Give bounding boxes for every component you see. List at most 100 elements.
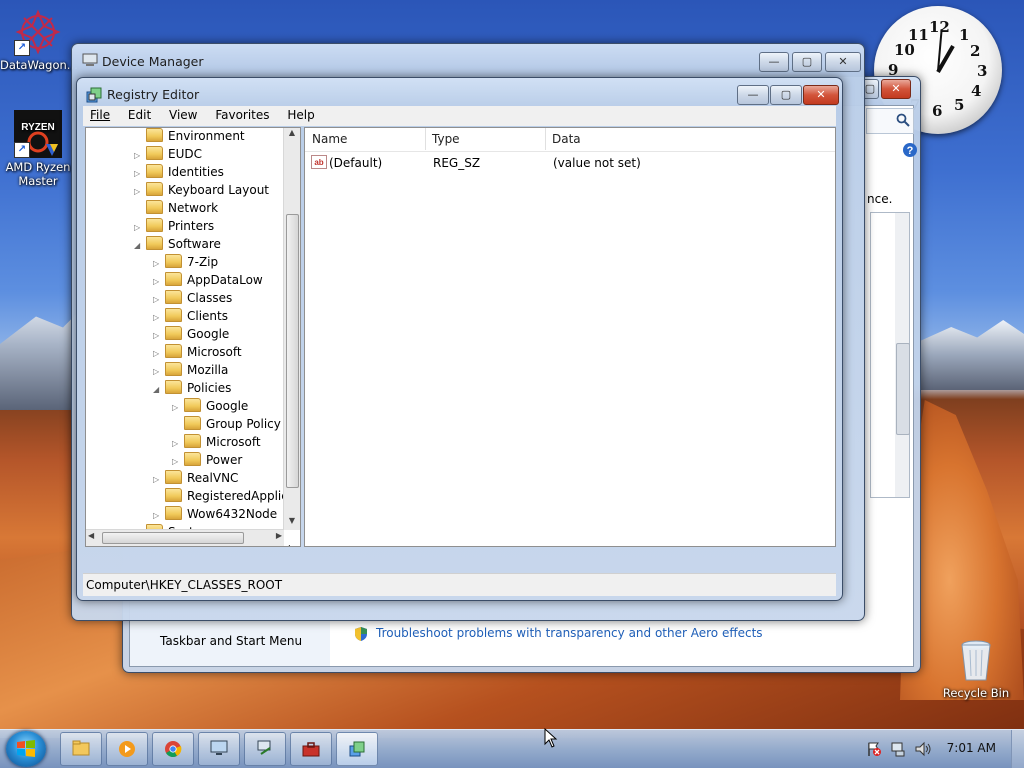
folder-icon — [165, 362, 182, 376]
help-icon[interactable]: ? — [902, 142, 918, 158]
menu-bar: File Edit View Favorites Help — [83, 106, 836, 126]
minimize-button[interactable]: — — [759, 52, 789, 72]
taskbar-chrome[interactable] — [152, 732, 194, 766]
folder-icon — [165, 254, 182, 268]
tree-item[interactable]: ▷ Microsoft — [153, 343, 242, 361]
tree-item[interactable]: ▷ RealVNC — [153, 469, 238, 487]
folder-icon — [184, 452, 201, 466]
taskbar-network-connections[interactable] — [244, 732, 286, 766]
tree-vertical-scrollbar[interactable]: ▲ ▼ — [283, 128, 300, 530]
menu-favorites[interactable]: Favorites — [208, 106, 276, 122]
column-header-data[interactable]: Data — [545, 128, 834, 150]
list-box[interactable] — [870, 212, 910, 498]
tree-item[interactable]: RegisteredApplica — [153, 487, 295, 505]
sidebar-item-taskbar[interactable]: Taskbar and Start Menu — [160, 634, 302, 648]
minimize-button[interactable]: — — [737, 85, 769, 105]
column-header-name[interactable]: Name — [305, 128, 426, 150]
svg-text:ab: ab — [314, 158, 323, 167]
tree-item[interactable]: ▷ Keyboard Layout — [134, 181, 269, 199]
clock-number: 1 — [959, 26, 970, 44]
tree-item[interactable]: ▷ Google — [153, 325, 229, 343]
tree-item[interactable]: ▷ EUDC — [134, 145, 202, 163]
taskbar-registry-editor[interactable] — [336, 732, 378, 766]
taskbar: 7:01 AM — [0, 729, 1024, 768]
tree-item[interactable]: ▷ AppDataLow — [153, 271, 263, 289]
close-button[interactable]: ✕ — [825, 52, 861, 72]
taskbar-toolbox[interactable] — [290, 732, 332, 766]
folder-icon — [146, 200, 163, 214]
scrollbar[interactable] — [895, 213, 910, 497]
folder-icon — [165, 470, 182, 484]
registry-editor-window[interactable]: Registry Editor — ▢ ✕ File Edit View Fav… — [76, 77, 843, 601]
taskbar-media-player[interactable] — [106, 732, 148, 766]
tree-item[interactable]: ◢ Policies — [153, 379, 231, 397]
maximize-button[interactable]: ▢ — [792, 52, 822, 72]
registry-tree[interactable]: Environment ▷ EUDC ▷ Identities ▷ Keyboard Lay… — [85, 127, 301, 547]
folder-icon — [146, 218, 163, 232]
expanded-arrow-icon[interactable]: ◢ — [153, 381, 165, 399]
scroll-thumb[interactable] — [102, 532, 244, 544]
folder-icon — [184, 434, 201, 448]
tree-item[interactable]: ▷ Power — [172, 451, 242, 469]
tree-item[interactable]: ◢ Software — [134, 235, 221, 253]
desktop-icon-recycle-bin[interactable]: Recycle Bin — [938, 636, 1014, 700]
table-row[interactable]: ab (Default) REG_SZ (value not set) — [305, 154, 835, 172]
clock-number: 3 — [977, 62, 988, 80]
troubleshoot-link[interactable]: Troubleshoot problems with transparency … — [376, 626, 763, 640]
taskbar-remote-desktop[interactable] — [198, 732, 240, 766]
expanded-arrow-icon[interactable]: ◢ — [134, 237, 146, 255]
scroll-down-arrow-icon[interactable]: ▼ — [284, 516, 300, 530]
column-header-type[interactable]: Type — [425, 128, 546, 150]
registry-values-list[interactable]: Name Type Data ab (Default) REG_SZ (valu… — [304, 127, 836, 547]
value-name: (Default) — [329, 156, 383, 170]
desktop-icon-label: Recycle Bin — [942, 686, 1010, 700]
tree-item[interactable]: ▷ Classes — [153, 289, 232, 307]
clock-time[interactable]: 7:01 AM — [947, 741, 996, 755]
tree-item[interactable]: Group Policy — [172, 415, 281, 433]
value-data: (value not set) — [553, 156, 641, 170]
tree-item[interactable]: ▷ Printers — [134, 217, 214, 235]
start-button[interactable] — [6, 731, 46, 767]
folder-icon — [165, 326, 182, 340]
tree-item[interactable]: ▷ Mozilla — [153, 361, 228, 379]
tree-horizontal-scrollbar[interactable]: ◀ ▶ — [86, 529, 284, 546]
desktop-icon-amd-ryzen-master[interactable]: RYZEN ↗ AMD Ryzen Master — [0, 110, 76, 188]
tree-item[interactable]: ▷ Identities — [134, 163, 224, 181]
menu-view[interactable]: View — [162, 106, 204, 122]
media-player-icon — [119, 741, 135, 757]
network-tray-icon[interactable] — [890, 741, 908, 757]
maximize-button[interactable]: ▢ — [770, 85, 802, 105]
scroll-thumb[interactable] — [286, 214, 299, 488]
menu-file[interactable]: File — [83, 106, 117, 122]
tree-item[interactable]: ▷ 7-Zip — [153, 253, 218, 271]
scroll-right-arrow-icon[interactable]: ▶ — [276, 531, 282, 540]
tree-item[interactable]: Network — [134, 199, 218, 217]
taskbar-explorer[interactable] — [60, 732, 102, 766]
header-divider — [305, 151, 835, 152]
close-button[interactable]: ✕ — [881, 79, 911, 99]
scroll-thumb[interactable] — [896, 343, 910, 435]
tree-item-label: Wow6432Node — [187, 507, 278, 521]
tree-item[interactable]: ▷ Google — [172, 397, 248, 415]
tree-item[interactable]: ▷ Clients — [153, 307, 228, 325]
menu-help[interactable]: Help — [280, 106, 321, 122]
tree-item[interactable]: ▷ Microsoft — [172, 433, 261, 451]
menu-edit[interactable]: Edit — [121, 106, 158, 122]
search-box[interactable] — [866, 108, 914, 134]
string-value-icon: ab — [311, 155, 327, 169]
monitor-icon — [210, 740, 228, 755]
tree-item[interactable]: ▷ Wow6432Node — [153, 505, 277, 523]
folder-icon — [165, 488, 182, 502]
mouse-cursor-icon — [544, 728, 558, 748]
status-bar: Computer\HKEY_CLASSES_ROOT — [83, 573, 836, 596]
recycle-bin-icon — [952, 636, 1000, 684]
tree-item[interactable]: Environment — [134, 128, 245, 145]
scroll-up-arrow-icon[interactable]: ▲ — [284, 128, 300, 142]
clock-number: 2 — [970, 42, 981, 60]
desktop-icon-datawagon[interactable]: ↗ DataWagon... — [0, 8, 78, 72]
action-center-flag-icon[interactable] — [866, 741, 882, 757]
close-button[interactable]: ✕ — [803, 85, 839, 105]
volume-icon[interactable] — [914, 741, 932, 757]
show-desktop-button[interactable] — [1011, 730, 1024, 768]
scroll-left-arrow-icon[interactable]: ◀ — [88, 531, 94, 540]
